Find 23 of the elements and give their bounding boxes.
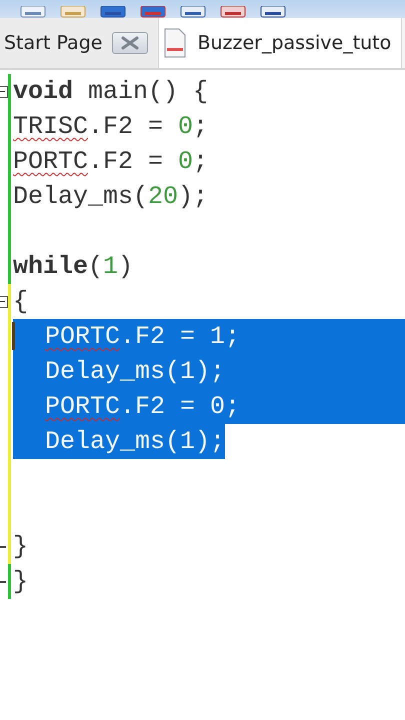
toolbar-icon[interactable]	[20, 6, 46, 18]
code-line: {	[13, 286, 28, 318]
code-line: void main() {	[13, 76, 208, 108]
fold-toggle-icon[interactable]	[0, 86, 8, 98]
close-button[interactable]	[112, 32, 148, 54]
code-line: Delay_ms(20);	[13, 181, 208, 213]
toolbar-icon[interactable]	[140, 6, 166, 18]
code-line: TRISC.F2 = 0;	[13, 111, 208, 143]
close-icon	[120, 36, 140, 50]
code-line: }	[13, 531, 28, 563]
editor-tab[interactable]: Start Page	[0, 18, 160, 68]
editor-tab[interactable]: Buzzer_passive_tuto	[159, 18, 402, 68]
fold-toggle-icon[interactable]	[0, 296, 8, 308]
tab-label: Buzzer_passive_tuto	[197, 32, 392, 54]
document-icon	[163, 28, 188, 58]
toolbar-icon[interactable]	[180, 6, 206, 18]
code-line: PORTC.F2 = 0;	[13, 146, 208, 178]
toolbar-icon[interactable]	[100, 6, 126, 18]
toolbar-icon[interactable]	[260, 6, 286, 18]
tab-label: Start Page	[4, 32, 102, 54]
code-line: while(1)	[13, 251, 134, 283]
code-line: }	[13, 566, 28, 598]
toolbar-icon[interactable]	[220, 6, 246, 18]
